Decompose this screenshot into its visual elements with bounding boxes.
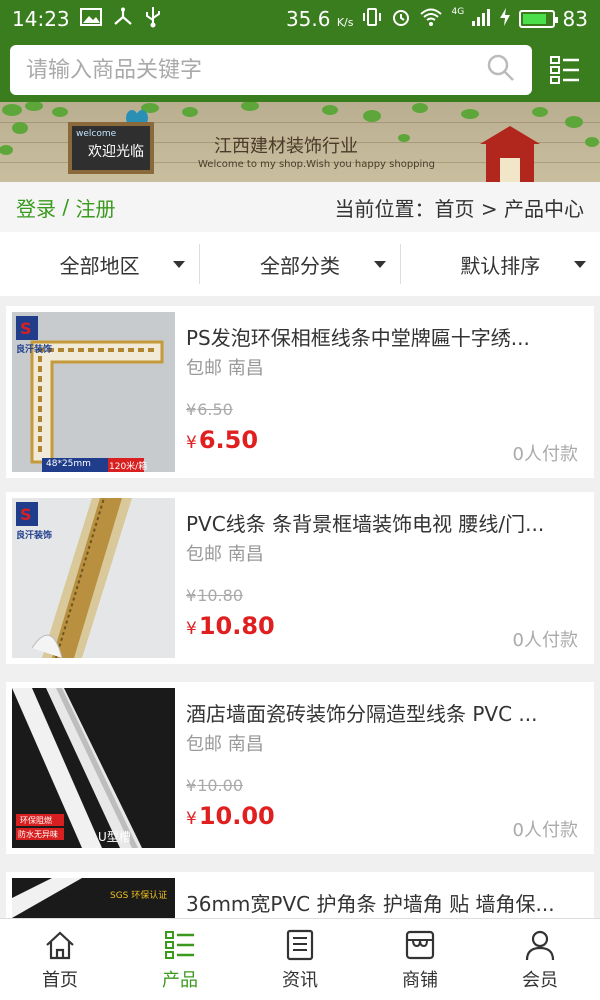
product-sales: 0人付款 (512, 444, 578, 465)
product-image[interactable]: SGS 环保认证 (12, 878, 175, 918)
product-original-price: ¥10.80 (186, 586, 243, 605)
product-image-label: SGS 环保认证 (110, 891, 168, 901)
region-filter[interactable]: 全部地区 (0, 244, 199, 284)
battery-icon (518, 10, 558, 28)
tab-home[interactable]: 首页 (0, 919, 120, 1000)
login-separator: / (56, 195, 76, 219)
vibrate-icon (361, 7, 383, 32)
product-location: 包邮 南昌 (186, 544, 264, 565)
tab-products[interactable]: 产品 (120, 919, 240, 1000)
battery-percent: 83 (562, 7, 588, 31)
store-icon (405, 930, 435, 959)
breadcrumb: 当前位置：首页 > 产品中心 (335, 193, 584, 222)
tab-store[interactable]: 商铺 (360, 919, 480, 1000)
product-image[interactable]: 环保阻燃 防水无异味 U型槽 (12, 688, 175, 848)
product-pack-badge: 120米/箱 (109, 462, 148, 472)
tab-store-label: 商铺 (402, 969, 438, 991)
product-location: 包邮 南昌 (186, 358, 264, 379)
product-price: ¥6.50 (186, 426, 259, 454)
home-icon (46, 931, 74, 959)
dropdown-arrow-icon (173, 261, 186, 268)
product-card[interactable]: 环保阻燃 防水无异味 U型槽 酒店墙面瓷砖装饰分隔造型线条 PVC ... 包邮… (6, 682, 594, 854)
tab-products-label: 产品 (162, 969, 198, 991)
product-tag: 防水无异味 (18, 830, 58, 839)
welcome-board: welcome 欢迎光临 (68, 122, 154, 174)
category-filter[interactable]: 全部分类 (199, 244, 399, 284)
usb-icon (144, 6, 162, 33)
barn-icon (480, 126, 540, 182)
product-image[interactable]: S 良汗装饰 (12, 498, 175, 658)
login-bar: 登录 / 注册 当前位置：首页 > 产品中心 (0, 182, 600, 232)
menu-icon (550, 56, 580, 84)
shop-banner: welcome 欢迎光临 江西建材装饰行业 Welcome to my shop… (0, 102, 600, 182)
product-title[interactable]: PS发泡环保相框线条中堂牌匾十字绣... (186, 322, 582, 351)
product-title[interactable]: 36mm宽PVC 护角条 护墙角 贴 墙角保... (186, 888, 582, 917)
product-title[interactable]: PVC线条 条背景框墙装饰电视 腰线/门... (186, 508, 582, 537)
tab-member-label: 会员 (522, 969, 558, 991)
product-brand: 良汗装饰 (16, 531, 53, 541)
breadcrumb-arrow: > (474, 196, 504, 221)
filter-bar: 全部地区 全部分类 默认排序 (0, 232, 600, 296)
net-speed: 35.6 K/s (285, 7, 354, 31)
product-sales: 0人付款 (512, 630, 578, 651)
product-image[interactable]: S 良汗装饰 48*25mm 120米/箱 (12, 312, 175, 472)
product-location: 包邮 南昌 (186, 734, 264, 755)
status-bar: 14:23 35.6 K/s 4G 83 (0, 0, 600, 38)
product-tag: 环保阻燃 (20, 816, 52, 825)
image-icon (79, 7, 102, 31)
banner-title: 江西建材装饰行业 (214, 136, 358, 157)
tab-member[interactable]: 会员 (480, 919, 600, 1000)
category-menu-button[interactable] (540, 45, 590, 95)
bottom-tab-bar: 首页 产品 资讯 商铺 会员 (0, 918, 600, 1000)
search-input[interactable] (26, 57, 487, 83)
tab-home-label: 首页 (42, 969, 78, 991)
wifi-icon (419, 7, 443, 32)
category-filter-label: 全部分类 (259, 253, 340, 278)
product-sales: 0人付款 (512, 820, 578, 841)
product-title[interactable]: 酒店墙面瓷砖装饰分隔造型线条 PVC ... (186, 698, 582, 727)
banner-subtitle: Welcome to my shop.Wish you happy shoppi… (198, 159, 435, 170)
sort-filter-label: 默认排序 (460, 253, 541, 278)
svg-text:S: S (20, 319, 32, 338)
search-header (0, 38, 600, 102)
news-icon (286, 929, 314, 960)
product-original-price: ¥6.50 (186, 400, 233, 419)
product-price: ¥10.80 (186, 612, 275, 640)
product-price: ¥10.00 (186, 802, 275, 830)
product-brand: 良汗装饰 (16, 345, 53, 355)
login-link[interactable]: 登录 (16, 193, 56, 222)
product-original-price: ¥10.00 (186, 776, 243, 795)
svg-text:S: S (20, 505, 32, 524)
search-icon[interactable] (486, 53, 516, 87)
product-card[interactable]: S 良汗装饰 PVC线条 条背景框墙装饰电视 腰线/门... 包邮 南昌 ¥10… (6, 492, 594, 664)
product-image-label: U型槽 (98, 830, 131, 844)
sort-filter[interactable]: 默认排序 (399, 244, 600, 284)
alarm-icon (391, 7, 411, 32)
product-card[interactable]: SGS 环保认证 36mm宽PVC 护角条 护墙角 贴 墙角保... (6, 872, 594, 918)
signal-icon: 4G (451, 7, 490, 31)
share-icon (112, 7, 134, 32)
charging-icon (499, 7, 511, 32)
tab-news[interactable]: 资讯 (240, 919, 360, 1000)
product-list: S 良汗装饰 48*25mm 120米/箱 PS发泡环保相框线条中堂牌匾十字绣.… (0, 306, 600, 918)
breadcrumb-current: 产品中心 (504, 196, 584, 221)
status-time: 14:23 (12, 7, 70, 31)
product-size-badge: 48*25mm (46, 459, 91, 469)
register-link[interactable]: 注册 (75, 193, 115, 222)
tab-news-label: 资讯 (282, 969, 318, 991)
breadcrumb-home[interactable]: 首页 (435, 197, 475, 221)
product-list-icon (165, 930, 194, 959)
region-filter-label: 全部地区 (59, 253, 140, 278)
product-card[interactable]: S 良汗装饰 48*25mm 120米/箱 PS发泡环保相框线条中堂牌匾十字绣.… (6, 306, 594, 478)
dropdown-arrow-icon (373, 261, 386, 268)
search-box[interactable] (10, 45, 533, 95)
dropdown-arrow-icon (573, 261, 586, 268)
member-icon (525, 930, 555, 960)
breadcrumb-label: 当前位置： (334, 196, 435, 221)
